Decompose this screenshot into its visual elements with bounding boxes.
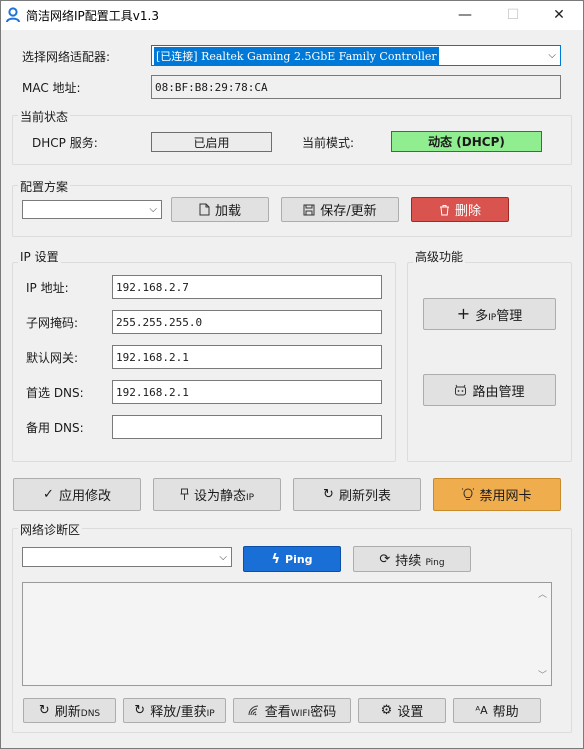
gateway-input[interactable]: 192.168.2.1 [112, 345, 382, 369]
check-icon: ✓ [43, 487, 54, 502]
set-static-ip-label: 设为静态IP [193, 489, 255, 504]
mac-label: MAC 地址: [22, 81, 81, 95]
log-scrollbar[interactable]: ︿ ﹀ [535, 583, 551, 685]
window-title: 简洁网络IP配置工具v1.3 [26, 9, 159, 23]
dhcp-label: DHCP 服务: [32, 136, 98, 150]
dhcp-status-badge: 已启用 [151, 132, 272, 152]
ping-target-select[interactable]: ⌵ [22, 547, 232, 567]
continuous-ping-button[interactable]: ⟳ 持续 Ping [353, 546, 471, 572]
ip-address-input[interactable]: 192.168.2.7 [112, 275, 382, 299]
save-icon [303, 204, 315, 216]
ping-button[interactable]: ϟ Ping [243, 546, 341, 572]
apply-changes-label: 应用修改 [58, 489, 111, 504]
set-static-ip-button[interactable]: 设为静态IP [153, 478, 281, 511]
adapter-selected-value: [已连接] Realtek Gaming 2.5GbE Family Contr… [154, 46, 439, 65]
gear-icon: ⚙ [380, 703, 393, 718]
refresh-dns-button[interactable]: ↻ 刷新DNS [23, 698, 116, 723]
refresh-dns-label: 刷新DNS [54, 705, 101, 720]
continuous-ping-label: 持续 Ping [395, 553, 445, 569]
multi-ip-label: 多IP管理 [475, 308, 523, 324]
route-icon [454, 384, 467, 397]
route-manage-button[interactable]: 路由管理 [423, 374, 556, 406]
load-profile-button[interactable]: 加载 [171, 197, 269, 222]
save-profile-button[interactable]: 保存/更新 [281, 197, 399, 222]
adapter-label: 选择网络适配器: [22, 50, 111, 64]
scroll-down-icon[interactable]: ﹀ [538, 668, 547, 681]
primary-dns-input[interactable]: 192.168.2.1 [112, 380, 382, 404]
close-icon: ✕ [553, 7, 565, 23]
mac-address-field[interactable]: 08:BF:B8:29:78:CA [151, 75, 561, 99]
wifi-icon [248, 705, 260, 716]
view-wifi-password-label: 查看WIFI密码 [264, 705, 337, 720]
scroll-up-icon[interactable]: ︿ [538, 587, 547, 600]
ip-address-label: IP 地址: [26, 281, 69, 295]
ping-label: Ping [285, 552, 313, 566]
chevron-down-icon: ⌵ [219, 551, 227, 563]
refresh-icon: ↻ [134, 703, 146, 718]
load-profile-label: 加载 [214, 204, 241, 219]
app-user-icon [5, 7, 21, 23]
advanced-group-title: 高级功能 [413, 248, 466, 265]
status-group-title: 当前状态 [18, 108, 71, 125]
save-profile-label: 保存/更新 [320, 204, 377, 219]
minimize-icon: — [458, 7, 472, 23]
plus-icon: + [456, 304, 471, 323]
settings-button[interactable]: ⚙ 设置 [358, 698, 446, 723]
mode-status-badge: 动态 (DHCP) [391, 131, 542, 152]
delete-profile-button[interactable]: 删除 [411, 197, 509, 222]
close-button[interactable]: ✕ [536, 1, 582, 29]
gateway-label: 默认网关: [26, 351, 79, 365]
diagnostics-log-area[interactable]: ︿ ﹀ [22, 582, 552, 686]
help-label: 帮助 [492, 705, 519, 720]
view-wifi-password-button[interactable]: 查看WIFI密码 [233, 698, 351, 723]
secondary-dns-input[interactable] [112, 415, 382, 439]
multi-ip-manage-button[interactable]: + 多IP管理 [423, 298, 556, 330]
route-manage-label: 路由管理 [472, 384, 525, 400]
release-renew-ip-button[interactable]: ↻ 释放/重获IP [123, 698, 226, 723]
maximize-button[interactable]: ☐ [490, 1, 536, 29]
sync-icon: ⟳ [379, 551, 391, 567]
subnet-mask-label: 子网掩码: [26, 316, 79, 330]
disable-nic-button[interactable]: 禁用网卡 [433, 478, 561, 511]
apply-changes-button[interactable]: ✓ 应用修改 [13, 478, 141, 511]
secondary-dns-label: 备用 DNS: [26, 421, 84, 435]
diagnostics-group-title: 网络诊断区 [18, 521, 83, 538]
refresh-icon: ↻ [323, 487, 334, 502]
subnet-mask-input[interactable]: 255.255.255.0 [112, 310, 382, 334]
adapter-select[interactable]: [已连接] Realtek Gaming 2.5GbE Family Contr… [151, 45, 561, 66]
file-icon [199, 203, 210, 216]
settings-label: 设置 [397, 705, 424, 720]
chevron-down-icon: ⌵ [548, 50, 556, 61]
advanced-group [407, 262, 572, 462]
help-button[interactable]: ᴬA 帮助 [453, 698, 541, 723]
mode-label: 当前模式: [302, 136, 355, 150]
profile-select[interactable]: ⌵ [22, 200, 162, 219]
maximize-icon: ☐ [506, 7, 520, 23]
trash-icon [439, 204, 450, 216]
primary-dns-label: 首选 DNS: [26, 386, 84, 400]
ip-settings-group-title: IP 设置 [18, 248, 61, 265]
lightning-icon: ϟ [271, 551, 281, 567]
minimize-button[interactable]: — [442, 1, 488, 29]
chevron-down-icon: ⌵ [149, 204, 157, 215]
pin-icon [180, 488, 189, 501]
profiles-group-title: 配置方案 [18, 178, 71, 195]
lightbulb-icon [462, 488, 475, 501]
refresh-icon: ↻ [38, 703, 50, 718]
delete-profile-label: 删除 [454, 204, 481, 219]
font-size-icon: ᴬA [475, 704, 488, 717]
refresh-list-label: 刷新列表 [338, 489, 391, 504]
disable-nic-label: 禁用网卡 [479, 489, 532, 504]
release-renew-ip-label: 释放/重获IP [150, 705, 215, 720]
refresh-list-button[interactable]: ↻ 刷新列表 [293, 478, 421, 511]
